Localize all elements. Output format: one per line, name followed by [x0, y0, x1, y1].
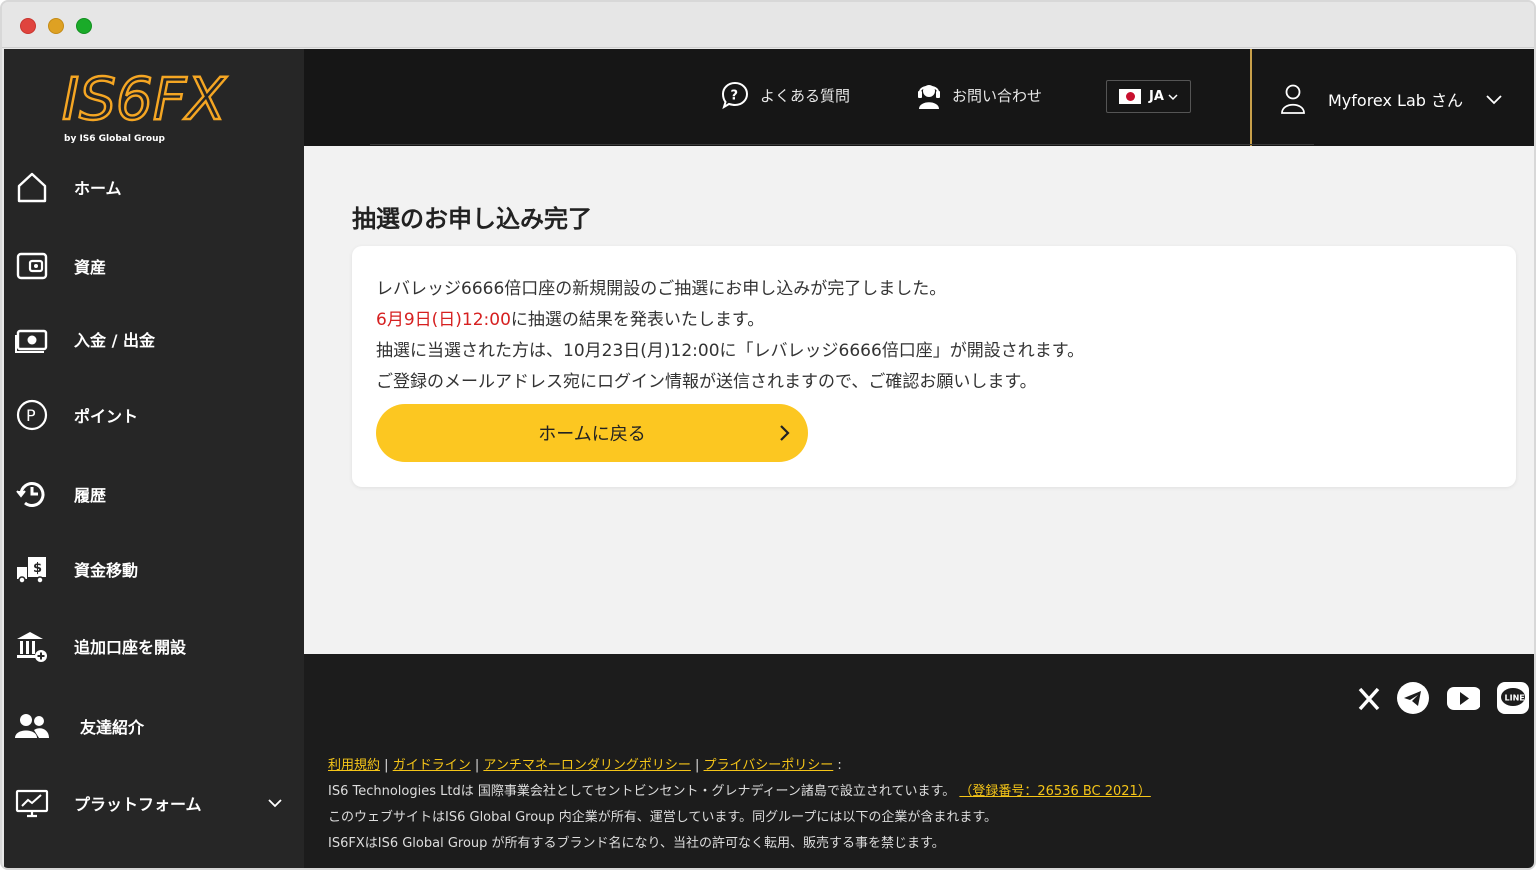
- sidebar-item-label: 資金移動: [74, 561, 139, 580]
- sidebar-item-label: 履歴: [74, 486, 107, 505]
- svg-text:$: $: [33, 561, 42, 576]
- sidebar-item-label: ポイント: [74, 407, 139, 426]
- message-line-2-rest: に抽選の結果を発表いたします。: [510, 310, 765, 330]
- svg-text:IS6FX: IS6FX: [62, 65, 227, 133]
- transfer-icon: $: [14, 551, 50, 587]
- sidebar-item-label: プラットフォーム: [74, 795, 202, 814]
- footer-ownership-line: このウェブサイトはIS6 Global Group 内企業が所有、運営しています…: [328, 810, 998, 825]
- line-icon[interactable]: LINE: [1496, 681, 1530, 715]
- maximize-window-button[interactable]: [76, 18, 92, 34]
- link-separator: |: [474, 758, 480, 773]
- back-to-home-label: ホームに戻る: [538, 424, 646, 445]
- sidebar-item-referral[interactable]: 友達紹介: [4, 700, 304, 752]
- guideline-link[interactable]: ガイドライン: [393, 758, 471, 773]
- footer-brand-line: IS6FXはIS6 Global Group が所有するブランド名になり、当社の…: [328, 836, 945, 851]
- message-line-4: ご登録のメールアドレス宛にログイン情報が送信されますので、ご確認お願いします。: [376, 372, 1037, 392]
- header-underline: [370, 144, 1314, 145]
- message-line-3: 抽選に当選された方は、10月23日(月)12:00に「レバレッジ6666倍口座」…: [376, 341, 1085, 361]
- top-header: ? よくある質問 お問い合わせ JA Myforex Lab さん: [304, 49, 1534, 146]
- language-code: JA: [1149, 89, 1164, 104]
- sidebar-item-home[interactable]: ホーム: [4, 161, 304, 213]
- completion-card: レバレッジ6666倍口座の新規開設のご抽選にお申し込みが完了しました。 6月9日…: [352, 246, 1516, 487]
- sidebar-item-open-account[interactable]: 追加口座を開設: [4, 620, 304, 672]
- sidebar-item-fund-transfer[interactable]: $ 資金移動: [4, 543, 304, 595]
- link-colon: :: [837, 758, 842, 773]
- sidebar-item-label: ホーム: [74, 179, 122, 198]
- message-line-1: レバレッジ6666倍口座の新規開設のご抽選にお申し込みが完了しました。: [376, 279, 947, 299]
- wallet-icon: [14, 248, 50, 284]
- svg-text:P: P: [26, 406, 36, 425]
- bank-add-icon: [14, 628, 50, 664]
- user-name: Myforex Lab さん: [1328, 91, 1464, 110]
- sidebar-item-platform[interactable]: プラットフォーム: [4, 777, 304, 829]
- cash-icon: [14, 321, 50, 357]
- page-title: 抽選のお申し込み完了: [352, 205, 592, 233]
- friends-icon: [14, 708, 50, 744]
- home-icon: [14, 169, 50, 205]
- sidebar-item-deposit-withdraw[interactable]: 入金 / 出金: [4, 313, 304, 365]
- monitor-icon: [14, 785, 50, 821]
- header-divider: [1250, 49, 1252, 146]
- main-content: 抽選のお申し込み完了 レバレッジ6666倍口座の新規開設のご抽選にお申し込みが完…: [304, 146, 1534, 654]
- title-bar: [2, 2, 1534, 48]
- svg-text:by IS6 Global Group: by IS6 Global Group: [64, 134, 165, 144]
- x-twitter-icon[interactable]: [1352, 681, 1386, 715]
- close-window-button[interactable]: [20, 18, 36, 34]
- browser-window: IS6FX by IS6 Global Group ホーム 資産 入金 / 出金: [0, 0, 1536, 870]
- sidebar-item-assets[interactable]: 資産: [4, 240, 304, 292]
- footer-links: 利用規約 | ガイドライン | アンチマネーロンダリングポリシー | プライバシ…: [328, 754, 842, 773]
- support-agent-icon: [918, 85, 940, 109]
- sidebar-item-label: 入金 / 出金: [74, 331, 155, 350]
- svg-text:?: ?: [731, 89, 739, 104]
- is6fx-logo[interactable]: IS6FX by IS6 Global Group: [60, 57, 240, 145]
- sidebar-item-points[interactable]: P ポイント: [4, 389, 304, 441]
- registration-number-link[interactable]: （登録番号：26536 BC 2021）: [959, 784, 1150, 799]
- announcement-datetime: 6月9日(日)12:00: [376, 310, 511, 330]
- youtube-icon[interactable]: [1446, 681, 1481, 715]
- user-icon: [1281, 84, 1305, 114]
- link-separator: |: [695, 758, 700, 773]
- chevron-down-icon: [1168, 93, 1178, 100]
- chevron-down-icon: [1486, 95, 1502, 105]
- sidebar-item-history[interactable]: 履歴: [4, 468, 304, 520]
- contact-link[interactable]: お問い合わせ: [916, 79, 1042, 111]
- link-separator: |: [384, 758, 389, 773]
- sidebar-item-label: 友達紹介: [80, 718, 145, 737]
- japan-flag-icon: [1119, 89, 1141, 104]
- contact-label: お問い合わせ: [952, 86, 1043, 105]
- company-text: IS6 Technologies Ltdは 国際事業会社としてセントビンセント・…: [328, 784, 956, 799]
- svg-text:LINE: LINE: [1505, 694, 1525, 703]
- terms-link[interactable]: 利用規約: [328, 758, 380, 773]
- chevron-right-icon: [780, 425, 790, 441]
- language-selector[interactable]: JA: [1106, 80, 1191, 113]
- footer: LINE 利用規約 | ガイドライン | アンチマネーロンダリングポリシー | …: [304, 654, 1534, 868]
- sidebar-item-label: 資産: [74, 258, 107, 277]
- sidebar-item-label: 追加口座を開設: [74, 638, 187, 657]
- history-icon: [14, 476, 50, 512]
- back-to-home-button[interactable]: ホームに戻る: [376, 404, 808, 462]
- privacy-policy-link[interactable]: プライバシーポリシー: [704, 758, 834, 773]
- question-bubble-icon: ?: [721, 81, 749, 110]
- footer-company-line: IS6 Technologies Ltdは 国際事業会社としてセントビンセント・…: [328, 780, 1151, 799]
- faq-link[interactable]: ? よくある質問: [720, 79, 850, 111]
- chevron-down-icon[interactable]: [266, 794, 284, 812]
- telegram-icon[interactable]: [1396, 681, 1430, 715]
- sidebar: IS6FX by IS6 Global Group ホーム 資産 入金 / 出金: [4, 49, 304, 868]
- aml-policy-link[interactable]: アンチマネーロンダリングポリシー: [483, 758, 690, 773]
- message-line-2: 6月9日(日)12:00に抽選の結果を発表いたします。: [376, 305, 764, 330]
- user-menu[interactable]: Myforex Lab さん: [1280, 79, 1503, 119]
- faq-label: よくある質問: [760, 86, 851, 105]
- minimize-window-button[interactable]: [48, 18, 64, 34]
- points-icon: P: [14, 397, 50, 433]
